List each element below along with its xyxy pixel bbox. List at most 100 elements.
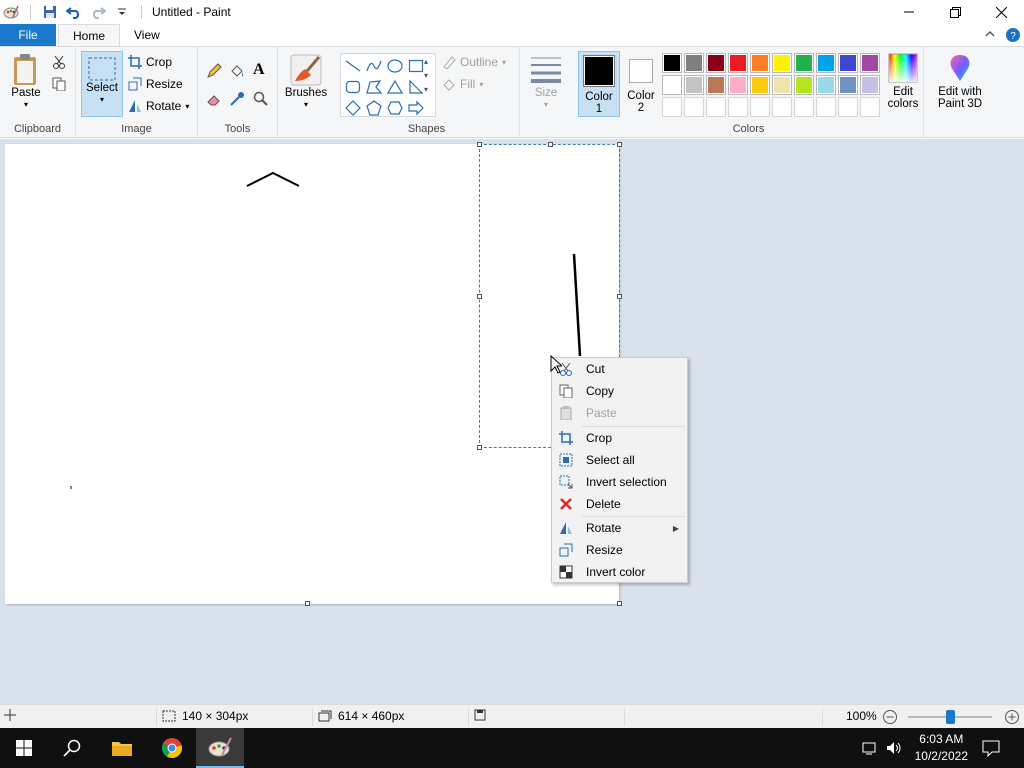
text-tool[interactable]: A [253,61,265,79]
palette-swatch[interactable] [794,53,814,73]
palette-swatch[interactable] [750,53,770,73]
line-shape[interactable] [343,56,363,76]
undo-icon[interactable] [65,3,83,21]
tab-file[interactable]: File [0,24,56,46]
palette-swatch[interactable] [728,53,748,73]
palette-swatch[interactable] [794,97,814,117]
selection-handle-tl[interactable] [477,142,482,147]
color1-button[interactable]: Color 1 [578,51,620,117]
edit-with-paint3d-button[interactable]: Edit with Paint 3D [930,53,990,110]
palette-swatch[interactable] [684,75,704,95]
canvas-resize-handle-bottom[interactable] [305,601,310,606]
context-menu-item-invert-selection[interactable]: Invert selection [552,471,687,493]
color2-button[interactable]: Color 2 [622,51,660,117]
edit-colors-button[interactable]: Edit colors [884,53,922,110]
size-button[interactable]: Size ▾ [524,53,568,111]
palette-swatch[interactable] [772,53,792,73]
palette-swatch[interactable] [772,75,792,95]
copy-button[interactable] [52,77,66,91]
volume-icon[interactable] [886,740,904,759]
redo-icon[interactable] [89,3,107,21]
selection-handle-l[interactable] [477,294,482,299]
notifications-icon[interactable] [982,739,1000,760]
polygon-shape[interactable] [364,77,384,97]
palette-swatch[interactable] [838,53,858,73]
network-icon[interactable] [862,740,878,759]
color-picker-tool[interactable] [229,91,245,107]
magnifier-tool[interactable] [253,91,269,107]
palette-swatch[interactable] [838,97,858,117]
palette-swatch[interactable] [860,75,880,95]
oval-shape[interactable] [385,56,405,76]
selection-handle-t[interactable] [548,142,553,147]
zoom-in-button[interactable] [1004,709,1020,725]
palette-swatch[interactable] [728,75,748,95]
chrome-button[interactable] [148,728,196,768]
pencil-tool[interactable] [206,63,222,79]
palette-swatch[interactable] [750,97,770,117]
fill-button[interactable]: Fill ▾ [442,77,483,91]
canvas-resize-handle[interactable] [617,601,622,606]
fill-tool[interactable] [229,63,245,79]
zoom-out-button[interactable] [882,709,898,725]
minimize-button[interactable] [886,0,932,24]
palette-swatch[interactable] [860,53,880,73]
palette-swatch[interactable] [706,53,726,73]
rectangle-shape[interactable] [406,56,426,76]
eraser-tool[interactable] [206,91,222,107]
palette-swatch[interactable] [728,97,748,117]
right-arrow-shape[interactable] [406,98,426,118]
context-menu-item-cut[interactable]: Cut [552,358,687,380]
tab-view[interactable]: View [120,24,174,46]
system-clock[interactable]: 6:03 AM 10/2/2022 [915,731,968,765]
palette-swatch[interactable] [816,97,836,117]
rounded-rectangle-shape[interactable] [343,77,363,97]
paint-taskbar-button[interactable] [196,728,244,768]
palette-swatch[interactable] [772,97,792,117]
customize-qat-icon[interactable] [113,3,131,21]
resize-button[interactable]: Resize [128,77,183,91]
palette-swatch[interactable] [816,53,836,73]
palette-swatch[interactable] [816,75,836,95]
select-button[interactable]: Select ▾ [81,51,123,117]
paint-app-icon[interactable] [2,3,20,21]
crop-button[interactable]: Crop [128,55,172,69]
outline-button[interactable]: Outline ▾ [442,55,506,69]
triangle-shape[interactable] [385,77,405,97]
palette-swatch[interactable] [706,75,726,95]
context-menu-item-delete[interactable]: Delete [552,493,687,515]
palette-swatch[interactable] [662,53,682,73]
context-menu-item-invert-color[interactable]: Invert color [552,561,687,583]
paste-button[interactable]: Paste ▾ [6,53,46,111]
start-button[interactable] [0,728,48,768]
file-explorer-button[interactable] [98,728,146,768]
context-menu-item-rotate[interactable]: Rotate ▶ [552,517,687,539]
context-menu-item-select-all[interactable]: Select all [552,449,687,471]
palette-swatch[interactable] [684,53,704,73]
rotate-button[interactable]: Rotate ▾ [128,99,189,113]
save-icon[interactable] [41,3,59,21]
palette-swatch[interactable] [706,97,726,117]
cut-button[interactable] [52,55,66,69]
palette-swatch[interactable] [860,97,880,117]
palette-swatch[interactable] [684,97,704,117]
curve-shape[interactable] [364,56,384,76]
zoom-slider-thumb[interactable] [946,710,955,724]
selection-handle-tr[interactable] [617,142,622,147]
selection-handle-bl[interactable] [477,445,482,450]
palette-swatch[interactable] [750,75,770,95]
selection-handle-r[interactable] [617,294,622,299]
hexagon-shape[interactable] [385,98,405,118]
palette-swatch[interactable] [794,75,814,95]
context-menu-item-paste[interactable]: Paste [552,402,687,424]
shapes-scroll[interactable]: ▴ ▾ ▾ [424,55,428,97]
diamond-shape[interactable] [343,98,363,118]
tab-home[interactable]: Home [58,24,121,46]
collapse-ribbon-icon[interactable] [984,28,996,45]
context-menu-item-crop[interactable]: Crop [552,427,687,449]
palette-swatch[interactable] [662,75,682,95]
brushes-button[interactable]: Brushes ▾ [283,53,329,111]
context-menu-item-copy[interactable]: Copy [552,380,687,402]
maximize-button[interactable] [932,0,978,24]
pentagon-shape[interactable] [364,98,384,118]
